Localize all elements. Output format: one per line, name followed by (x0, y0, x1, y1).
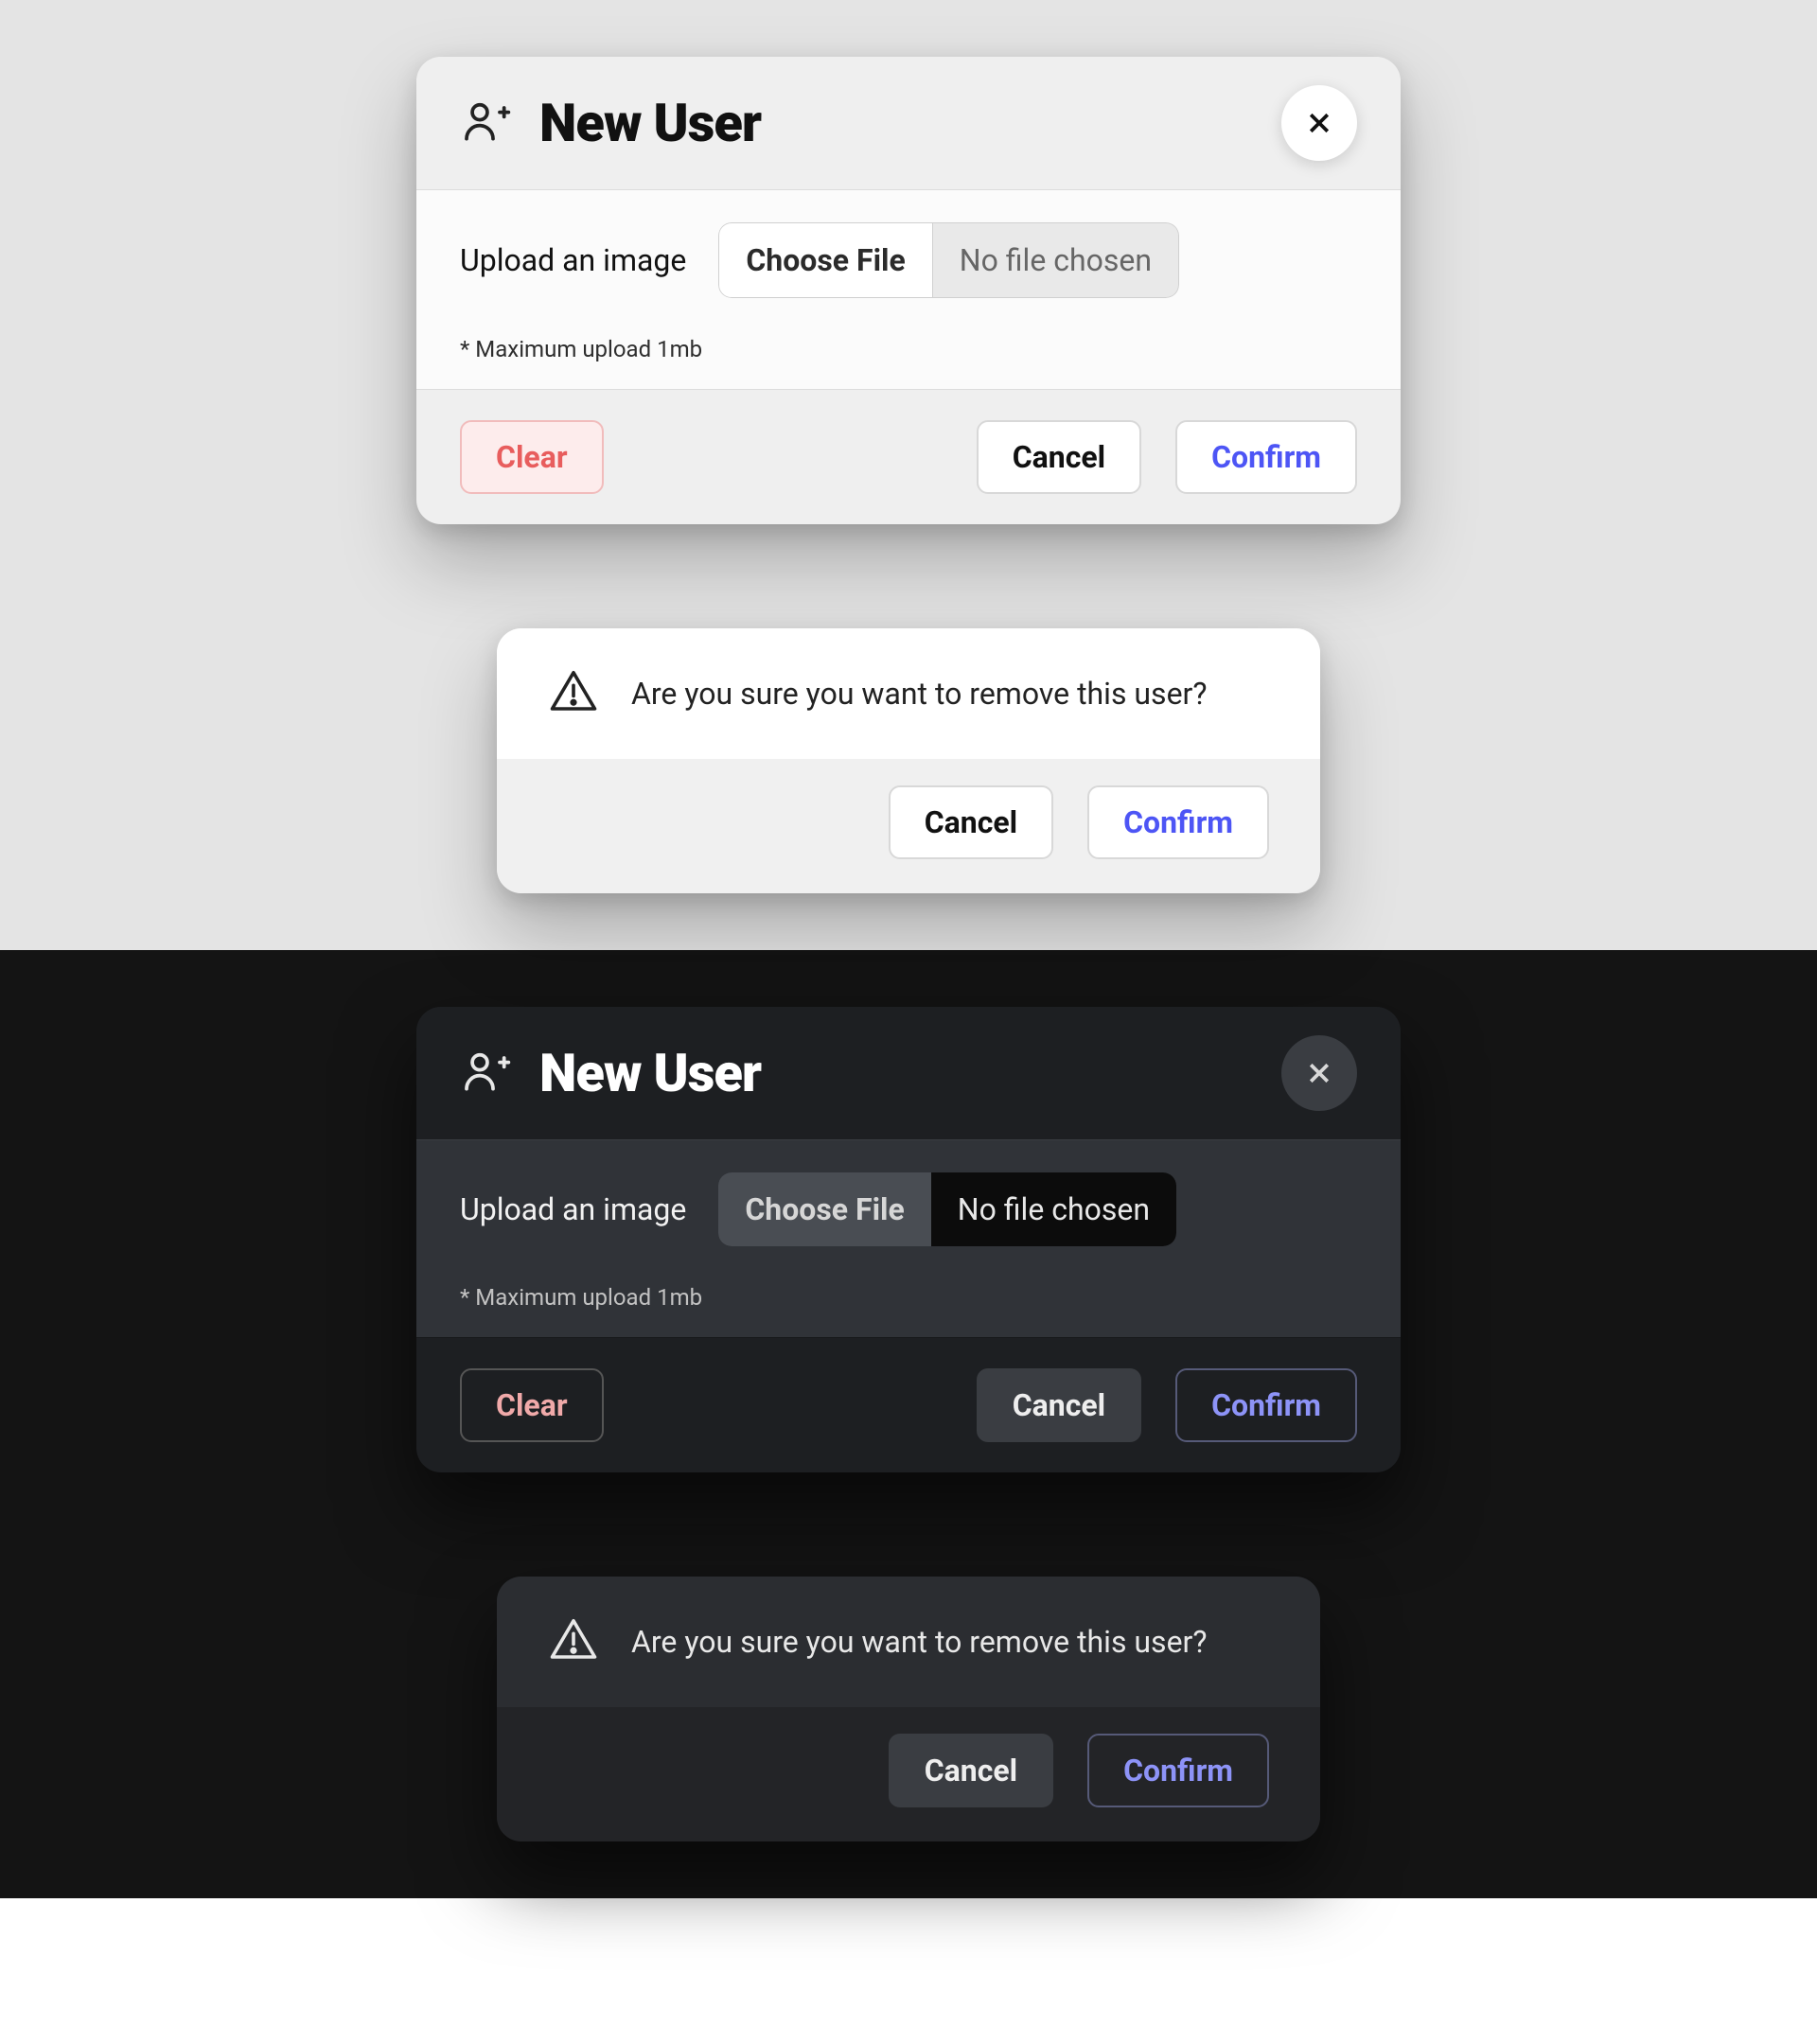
modal-header: New User (416, 57, 1401, 189)
cancel-button[interactable]: Cancel (889, 785, 1053, 859)
upload-label: Upload an image (460, 1191, 686, 1227)
clear-button[interactable]: Clear (460, 1368, 604, 1442)
warning-body: Are you sure you want to remove this use… (497, 628, 1320, 759)
close-icon (1305, 1059, 1333, 1087)
warning-body: Are you sure you want to remove this use… (497, 1577, 1320, 1707)
file-status: No file chosen (933, 222, 1179, 298)
modal-body: Upload an image Choose File No file chos… (416, 189, 1401, 390)
file-input[interactable]: Choose File No file chosen (718, 1172, 1176, 1246)
modal-title: New User (539, 92, 1255, 154)
warning-message: Are you sure you want to remove this use… (631, 676, 1208, 712)
cancel-button[interactable]: Cancel (977, 1368, 1141, 1442)
upload-label: Upload an image (460, 242, 686, 278)
warning-message: Are you sure you want to remove this use… (631, 1624, 1208, 1660)
close-button[interactable] (1281, 85, 1357, 161)
close-icon (1305, 109, 1333, 137)
remove-user-modal: Are you sure you want to remove this use… (497, 1577, 1320, 1841)
confirm-button[interactable]: Confirm (1175, 420, 1357, 494)
warning-actions: Cancel Confirm (497, 1707, 1320, 1841)
confirm-button[interactable]: Confirm (1087, 1734, 1269, 1807)
user-plus-icon (460, 95, 513, 151)
choose-file-button[interactable]: Choose File (718, 222, 932, 298)
warning-actions: Cancel Confirm (497, 759, 1320, 893)
warning-icon (548, 1614, 599, 1669)
choose-file-button[interactable]: Choose File (718, 1172, 930, 1246)
remove-user-modal: Are you sure you want to remove this use… (497, 628, 1320, 893)
modal-header: New User (416, 1007, 1401, 1139)
cancel-button[interactable]: Cancel (977, 420, 1141, 494)
upload-row: Upload an image Choose File No file chos… (460, 1172, 1357, 1246)
modal-actions: Clear Cancel Confirm (416, 390, 1401, 524)
file-input[interactable]: Choose File No file chosen (718, 222, 1179, 298)
close-button[interactable] (1281, 1035, 1357, 1111)
clear-button[interactable]: Clear (460, 420, 604, 494)
user-plus-icon (460, 1045, 513, 1101)
file-status: No file chosen (931, 1172, 1176, 1246)
light-theme-zone: New User Upload an image Choose File No … (0, 0, 1817, 950)
upload-row: Upload an image Choose File No file chos… (460, 222, 1357, 298)
confirm-button[interactable]: Confirm (1175, 1368, 1357, 1442)
cancel-button[interactable]: Cancel (889, 1734, 1053, 1807)
warning-icon (548, 666, 599, 721)
modal-body: Upload an image Choose File No file chos… (416, 1139, 1401, 1338)
new-user-modal: New User Upload an image Choose File No … (416, 1007, 1401, 1472)
new-user-modal: New User Upload an image Choose File No … (416, 57, 1401, 524)
upload-hint: * Maximum upload 1mb (460, 1284, 1357, 1311)
dark-theme-zone: New User Upload an image Choose File No … (0, 950, 1817, 1898)
modal-title: New User (539, 1042, 1255, 1104)
confirm-button[interactable]: Confirm (1087, 785, 1269, 859)
modal-actions: Clear Cancel Confirm (416, 1338, 1401, 1472)
upload-hint: * Maximum upload 1mb (460, 336, 1357, 362)
